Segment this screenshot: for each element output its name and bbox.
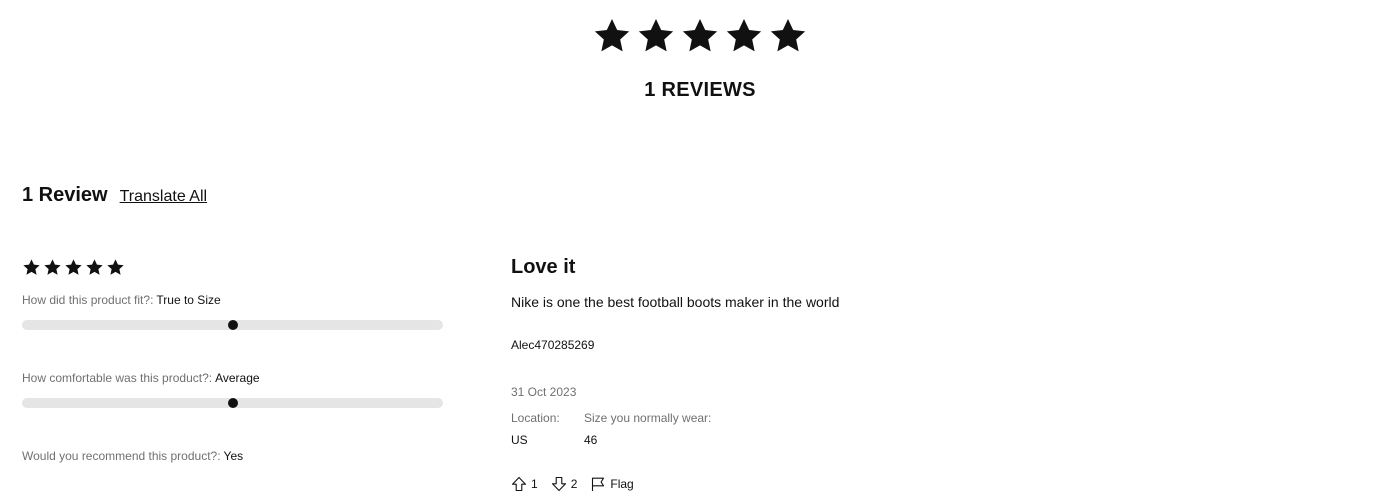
- fit-question-label: How did this product fit?:: [22, 293, 154, 307]
- size-value: 46: [584, 433, 598, 447]
- star-icon: [65, 258, 82, 275]
- fit-question: How did this product fit?: True to Size: [22, 293, 221, 307]
- star-icon: [682, 19, 718, 52]
- review-body: Nike is one the best football boots make…: [511, 294, 840, 310]
- fit-slider-track: [22, 320, 443, 330]
- flag-label: Flag: [610, 477, 634, 491]
- helpful-count: 1: [531, 477, 538, 491]
- recommend-question: Would you recommend this product?: Yes: [22, 449, 243, 463]
- recommend-answer: Yes: [223, 449, 244, 463]
- location-value: US: [511, 433, 528, 447]
- arrow-up-icon: [511, 476, 527, 492]
- review-author: Alec470285269: [511, 338, 595, 352]
- location-label: Location:: [511, 411, 560, 425]
- flag-button[interactable]: Flag: [590, 476, 634, 492]
- size-label: Size you normally wear:: [584, 411, 712, 425]
- star-icon: [86, 258, 103, 275]
- comfort-slider-track: [22, 398, 443, 408]
- fit-slider-thumb: [227, 320, 238, 330]
- flag-icon: [592, 477, 605, 491]
- star-icon: [594, 19, 630, 52]
- unhelpful-count: 2: [570, 477, 578, 491]
- comfort-answer: Average: [215, 371, 260, 385]
- star-icon: [638, 19, 674, 52]
- review-actions: 1 2 Flag: [511, 476, 647, 492]
- review-content: Love it Nike is one the best football bo…: [511, 256, 1111, 492]
- arrow-down-icon: [551, 476, 566, 492]
- helpful-button[interactable]: 1: [511, 476, 538, 492]
- comfort-slider-thumb: [227, 398, 238, 408]
- reviews-title: 1 Review: [22, 184, 108, 206]
- review-heading: Love it: [511, 256, 576, 278]
- unhelpful-button[interactable]: 2: [551, 476, 578, 492]
- fit-answer: True to Size: [156, 293, 221, 307]
- star-icon: [726, 19, 762, 52]
- recommend-question-label: Would you recommend this product?:: [22, 449, 221, 463]
- comfort-question: How comfortable was this product?: Averag…: [22, 371, 260, 385]
- star-icon: [44, 258, 61, 275]
- translate-all-link[interactable]: Translate All: [120, 188, 207, 206]
- reviews-header: 1 Review Translate All: [22, 184, 207, 207]
- review-count-summary: 1 REVIEWS: [644, 79, 756, 101]
- star-icon: [107, 258, 124, 275]
- review-ratings-panel: How did this product fit?: True to Size H…: [22, 258, 443, 463]
- star-icon: [770, 19, 806, 52]
- star-icon: [23, 258, 40, 275]
- summary-rating-stars: [0, 16, 1379, 56]
- review-rating-stars: [22, 258, 443, 276]
- comfort-question-label: How comfortable was this product?:: [22, 371, 213, 385]
- review-date: 31 Oct 2023: [511, 385, 577, 399]
